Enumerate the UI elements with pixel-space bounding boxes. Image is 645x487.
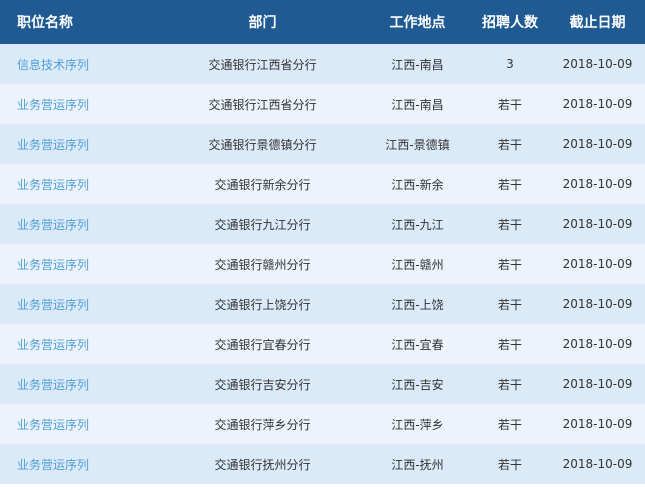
cell-location: 江西-南昌 [391,97,444,112]
table-row: 业务营运序列 交通银行宜春分行 江西-宜春 若干 2018-10-09 [0,324,645,364]
cell-deadline: 2018-10-09 [562,97,633,111]
cell-location: 江西-赣州 [391,257,444,272]
cell-deadline: 2018-10-09 [562,337,633,351]
cell-location: 江西-萍乡 [391,417,444,432]
header-department: 部门 [248,15,277,31]
cell-department: 交通银行江西省分行 [208,57,317,72]
cell-department: 交通银行抚州分行 [214,457,311,472]
cell-department: 交通银行江西省分行 [208,97,317,112]
cell-count: 若干 [497,97,522,112]
position-link[interactable]: 业务营运序列 [17,218,89,232]
position-link[interactable]: 业务营运序列 [17,98,89,112]
header-row: 职位名称 部门 工作地点 招聘人数 截止日期 [0,0,645,44]
position-link[interactable]: 业务营运序列 [17,458,89,472]
cell-department: 交通银行九江分行 [214,217,311,232]
cell-department: 交通银行景德镇分行 [208,137,317,152]
cell-department: 交通银行萍乡分行 [214,417,311,432]
table-row: 业务营运序列 交通银行赣州分行 江西-赣州 若干 2018-10-09 [0,244,645,284]
cell-location: 江西-九江 [391,217,444,232]
table-row: 业务营运序列 交通银行新余分行 江西-新余 若干 2018-10-09 [0,164,645,204]
cell-deadline: 2018-10-09 [562,297,633,311]
position-link[interactable]: 业务营运序列 [17,378,89,392]
table-row: 业务营运序列 交通银行景德镇分行 江西-景德镇 若干 2018-10-09 [0,124,645,164]
job-table: 职位名称 部门 工作地点 招聘人数 截止日期 信息技术序列 交通银行江西省分行 江西… [0,0,645,484]
cell-location: 江西-吉安 [391,377,444,392]
header-count: 招聘人数 [482,15,538,31]
cell-deadline: 2018-10-09 [562,377,633,391]
cell-deadline: 2018-10-09 [562,57,633,71]
job-table-body: 信息技术序列 交通银行江西省分行 江西-南昌 3 2018-10-09 业务营运序列 交通银… [0,44,645,484]
cell-count: 若干 [497,377,522,392]
cell-deadline: 2018-10-09 [562,257,633,271]
cell-count: 若干 [497,417,522,432]
table-row: 业务营运序列 交通银行九江分行 江西-九江 若干 2018-10-09 [0,204,645,244]
table-row: 业务营运序列 交通银行吉安分行 江西-吉安 若干 2018-10-09 [0,364,645,404]
job-table-header: 职位名称 部门 工作地点 招聘人数 截止日期 [0,0,645,44]
position-link[interactable]: 业务营运序列 [17,258,89,272]
cell-location: 江西-抚州 [391,457,444,472]
cell-location: 江西-南昌 [391,57,444,72]
cell-location: 江西-宜春 [391,337,444,352]
cell-location: 江西-新余 [391,177,444,192]
cell-location: 江西-上饶 [391,297,444,312]
position-link[interactable]: 信息技术序列 [17,58,89,72]
cell-department: 交通银行宜春分行 [214,337,311,352]
cell-position: 业务营运序列 [0,444,160,484]
table-row: 业务营运序列 交通银行萍乡分行 江西-萍乡 若干 2018-10-09 [0,404,645,444]
cell-position: 业务营运序列 [0,204,160,244]
cell-count: 若干 [497,457,522,472]
table-row: 信息技术序列 交通银行江西省分行 江西-南昌 3 2018-10-09 [0,44,645,84]
cell-count: 若干 [497,337,522,352]
table-row: 业务营运序列 交通银行上饶分行 江西-上饶 若干 2018-10-09 [0,284,645,324]
cell-department: 交通银行上饶分行 [214,297,311,312]
table-row: 业务营运序列 交通银行江西省分行 江西-南昌 若干 2018-10-09 [0,84,645,124]
cell-deadline: 2018-10-09 [562,417,633,431]
cell-deadline: 2018-10-09 [562,137,633,151]
table-row: 业务营运序列 交通银行抚州分行 江西-抚州 若干 2018-10-09 [0,444,645,484]
job-listing-panel: 职位名称 部门 工作地点 招聘人数 截止日期 信息技术序列 交通银行江西省分行 江西… [0,0,645,487]
cell-department: 交通银行吉安分行 [214,377,311,392]
position-link[interactable]: 业务营运序列 [17,178,89,192]
cell-count: 若干 [497,297,522,312]
cell-position: 业务营运序列 [0,324,160,364]
header-deadline: 截止日期 [569,15,626,31]
cell-count: 3 [506,57,514,71]
cell-position: 业务营运序列 [0,124,160,164]
cell-department: 交通银行赣州分行 [214,257,311,272]
cell-location: 江西-景德镇 [385,137,450,152]
position-link[interactable]: 业务营运序列 [17,418,89,432]
position-link[interactable]: 业务营运序列 [17,138,89,152]
header-location: 工作地点 [389,15,446,31]
cell-position: 业务营运序列 [0,84,160,124]
cell-deadline: 2018-10-09 [562,217,633,231]
position-link[interactable]: 业务营运序列 [17,338,89,352]
cell-position: 业务营运序列 [0,404,160,444]
cell-department: 交通银行新余分行 [214,177,311,192]
header-position: 职位名称 [17,15,73,31]
cell-deadline: 2018-10-09 [562,177,633,191]
cell-count: 若干 [497,177,522,192]
cell-count: 若干 [497,137,522,152]
cell-position: 信息技术序列 [0,44,160,84]
cell-deadline: 2018-10-09 [562,457,633,471]
cell-position: 业务营运序列 [0,244,160,284]
cell-position: 业务营运序列 [0,364,160,404]
cell-count: 若干 [497,217,522,232]
cell-position: 业务营运序列 [0,164,160,204]
position-link[interactable]: 业务营运序列 [17,298,89,312]
cell-count: 若干 [497,257,522,272]
cell-position: 业务营运序列 [0,284,160,324]
